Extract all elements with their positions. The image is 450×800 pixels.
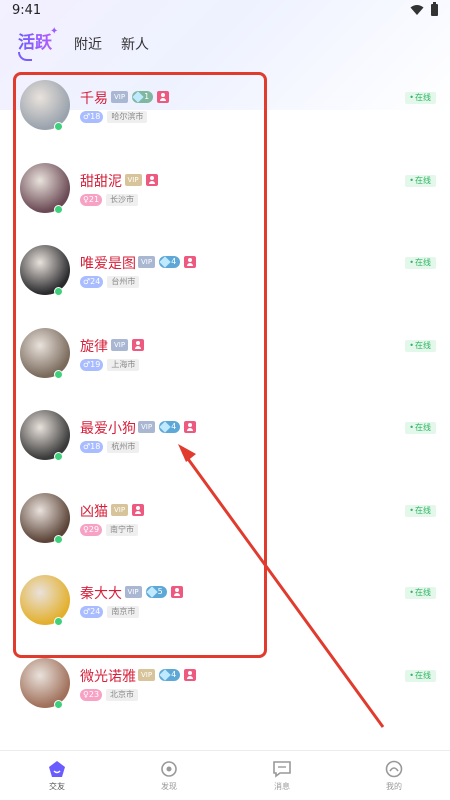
nav-item-discover[interactable]: 发现 [129,751,209,800]
nav-item-home[interactable]: 交友 [17,751,97,800]
user-badges: VIP 4 [138,668,197,682]
level-badge: 4 [159,668,181,681]
avatar[interactable] [20,657,70,708]
sparkle-icon: ✦ [50,26,59,37]
nav-item-profile[interactable]: 我的 [354,751,434,800]
status-bar: 9:41 [0,0,450,22]
city-chip: 北京市 [106,688,139,701]
discover-icon [161,761,177,777]
age-value: 23 [88,689,100,699]
person-icon [184,668,197,681]
online-indicator-dot [54,699,63,709]
nav-label-messages: 消息 [274,782,290,791]
user-meta: ♀23 北京市 [80,688,139,701]
online-status-tag: 在线 [405,174,436,187]
online-status-tag: 在线 [405,92,436,104]
battery-icon [431,2,438,16]
nav-item-messages[interactable]: 消息 [242,751,322,800]
user-name: 微光诺雅 [80,668,136,685]
profile-icon [385,760,403,778]
online-status-tag: 在线 [405,669,436,682]
message-icon [273,761,291,778]
status-time: 9:41 [12,3,42,18]
nav-label-home: 交友 [49,782,65,791]
tab-new[interactable]: 新人 [121,34,149,54]
age-chip: ♀23 [80,688,103,701]
tab-nearby[interactable]: 附近 [74,34,102,54]
vip-badge: VIP [138,668,156,681]
tab-active[interactable]: 活跃 [18,28,52,53]
wifi-icon [410,5,424,15]
nav-label-discover: 发现 [161,782,177,791]
gem-icon [159,668,171,681]
bottom-nav: 交友 发现 消息 我的 [0,750,450,800]
online-status-tag: 在线 [405,257,436,269]
online-status-tag: 在线 [405,587,436,599]
online-status-tag: 在线 [405,339,436,352]
home-icon [49,761,65,777]
user-row[interactable]: 微光诺雅 VIP 4 ♀23北京市 在线 [0,650,450,732]
vip-label: VIP [141,670,153,679]
level-value: 4 [171,669,177,679]
nav-label-profile: 我的 [386,782,402,791]
annotation-highlight-box [13,72,267,658]
online-status-tag: 在线 [405,504,436,517]
online-status-tag: 在线 [405,422,436,434]
